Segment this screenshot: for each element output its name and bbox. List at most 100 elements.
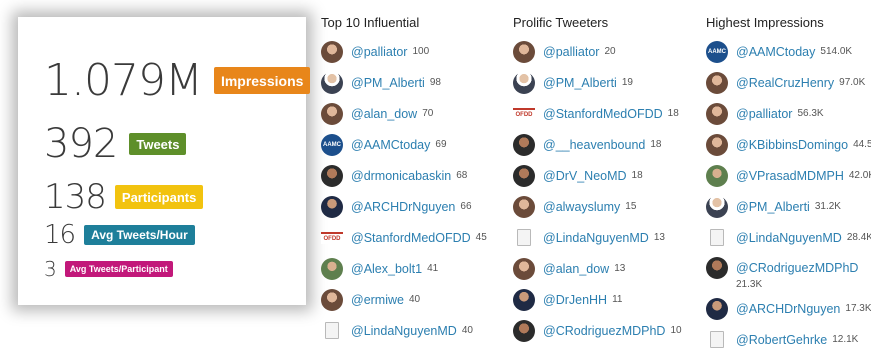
user-row[interactable]: @palliator 20 [513,36,693,67]
user-row[interactable]: @ermiwe 40 [321,284,501,315]
user-handle-link[interactable]: @AAMCtoday [736,45,815,59]
user-handle-link[interactable]: @CRodriguezMDPhD [736,261,858,275]
user-handle-link[interactable]: @palliator [736,107,792,121]
user-row[interactable]: @Alex_bolt1 41 [321,253,501,284]
user-handle-link[interactable]: @StanfordMedOFDD [543,107,663,121]
user-handle-link[interactable]: @__heavenbound [543,138,645,152]
user-handle-link[interactable]: @alan_dow [543,262,609,276]
user-handle-link[interactable]: @ermiwe [351,293,404,307]
user-count: 40 [461,325,473,336]
avatar[interactable] [706,133,728,156]
avatar[interactable] [706,71,728,94]
user-handle-link[interactable]: @PM_Alberti [351,76,425,90]
user-row[interactable]: @palliator 100 [321,36,501,67]
user-count: 13 [614,263,626,274]
user-row[interactable]: @alan_dow 70 [321,98,501,129]
user-handle-link[interactable]: @alan_dow [351,107,417,121]
avatar[interactable] [321,40,343,63]
user-handle-link[interactable]: @RealCruzHenry [736,76,834,90]
user-count: 42.0K [848,170,871,181]
user-handle-link[interactable]: @PM_Alberti [543,76,617,90]
user-handle-link[interactable]: @ARCHDrNguyen [736,302,840,316]
user-row[interactable]: @LindaNguyenMD 28.4K [706,222,871,253]
avatar[interactable] [513,195,535,218]
user-handle-link[interactable]: @KBibbinsDomingo [736,138,848,152]
participants-stat: 138 Participants [44,177,204,217]
user-handle-link[interactable]: @ARCHDrNguyen [351,200,455,214]
avatar[interactable] [321,288,343,311]
user-row[interactable]: @drmonicabaskin 68 [321,160,501,191]
user-row[interactable]: @DrV_NeoMD 18 [513,160,693,191]
user-handle-link[interactable]: @drmonicabaskin [351,169,451,183]
user-row[interactable]: @ARCHDrNguyen 66 [321,191,501,222]
avatar[interactable] [706,297,728,320]
user-row[interactable]: @palliator 56.3K [706,98,871,129]
avatar[interactable] [706,102,728,125]
placeholder-image-icon[interactable] [706,227,728,249]
user-row[interactable]: OFDD @StanfordMedOFDD 18 [513,98,693,129]
avg-tweets-participant-badge: Avg Tweets/Participant [64,261,173,277]
user-row[interactable]: @RealCruzHenry 97.0K [706,67,871,98]
user-row[interactable]: @PM_Alberti 98 [321,67,501,98]
user-handle-link[interactable]: @CRodriguezMDPhD [543,324,665,338]
avatar[interactable] [706,164,728,187]
avatar[interactable] [513,319,535,342]
avatar[interactable]: OFDD [513,107,535,120]
avatar[interactable]: OFDD [321,231,343,244]
user-handle-link[interactable]: @AAMCtoday [351,138,430,152]
user-row[interactable]: @KBibbinsDomingo 44.5K [706,129,871,160]
user-handle-link[interactable]: @DrJenHH [543,293,607,307]
user-handle-link[interactable]: @palliator [543,45,599,59]
user-handle-link[interactable]: @LindaNguyenMD [543,231,649,245]
user-row[interactable]: @ARCHDrNguyen 17.3K [706,293,871,324]
user-row[interactable]: @CRodriguezMDPhD 21.3K [706,253,871,293]
avatar[interactable] [321,257,343,280]
user-handle-link[interactable]: @VPrasadMDMPH [736,169,844,183]
user-row[interactable]: @LindaNguyenMD 13 [513,222,693,253]
user-row[interactable]: @LindaNguyenMD 40 [321,315,501,346]
user-row[interactable]: @PM_Alberti 31.2K [706,191,871,222]
user-count: 68 [456,170,468,181]
user-row[interactable]: @alwayslumy 15 [513,191,693,222]
avatar[interactable] [321,195,343,218]
user-handle-link[interactable]: @alwayslumy [543,200,620,214]
user-row[interactable]: @RobertGehrke 12.1K [706,324,871,355]
user-row[interactable]: @alan_dow 13 [513,253,693,284]
user-handle-link[interactable]: @DrV_NeoMD [543,169,627,183]
avatar[interactable] [513,133,535,156]
avatar[interactable] [321,164,343,187]
avatar[interactable]: AAMC [321,133,343,156]
avatar[interactable] [513,288,535,311]
user-handle-link[interactable]: @LindaNguyenMD [736,231,842,245]
avatar[interactable] [513,164,535,187]
avatar[interactable] [513,40,535,63]
user-row[interactable]: @CRodriguezMDPhD 10 [513,315,693,346]
avatar[interactable] [321,102,343,125]
user-row[interactable]: @PM_Alberti 19 [513,67,693,98]
placeholder-image-icon[interactable] [513,227,535,249]
user-handle-link[interactable]: @palliator [351,45,407,59]
avatar[interactable]: AAMC [706,40,728,63]
user-row[interactable]: @DrJenHH 11 [513,284,693,315]
placeholder-image-icon[interactable] [321,320,343,342]
avatar[interactable] [513,71,535,94]
user-row[interactable]: AAMC @AAMCtoday 514.0K [706,36,871,67]
user-count: 97.0K [839,77,866,88]
user-row[interactable]: @__heavenbound 18 [513,129,693,160]
avatar[interactable] [706,256,728,279]
avatar[interactable] [706,195,728,218]
user-handle-link[interactable]: @StanfordMedOFDD [351,231,471,245]
user-row[interactable]: OFDD @StanfordMedOFDD 45 [321,222,501,253]
user-handle-link[interactable]: @PM_Alberti [736,200,810,214]
placeholder-image-icon[interactable] [706,329,728,351]
avatar[interactable] [321,71,343,94]
tweets-value: 392 [44,121,118,167]
user-count: 15 [625,201,637,212]
user-handle-link[interactable]: @LindaNguyenMD [351,324,457,338]
user-handle-link[interactable]: @RobertGehrke [736,333,827,347]
user-row[interactable]: AAMC @AAMCtoday 69 [321,129,501,160]
user-count: 19 [621,77,633,88]
user-row[interactable]: @VPrasadMDMPH 42.0K [706,160,871,191]
user-handle-link[interactable]: @Alex_bolt1 [351,262,422,276]
avatar[interactable] [513,257,535,280]
